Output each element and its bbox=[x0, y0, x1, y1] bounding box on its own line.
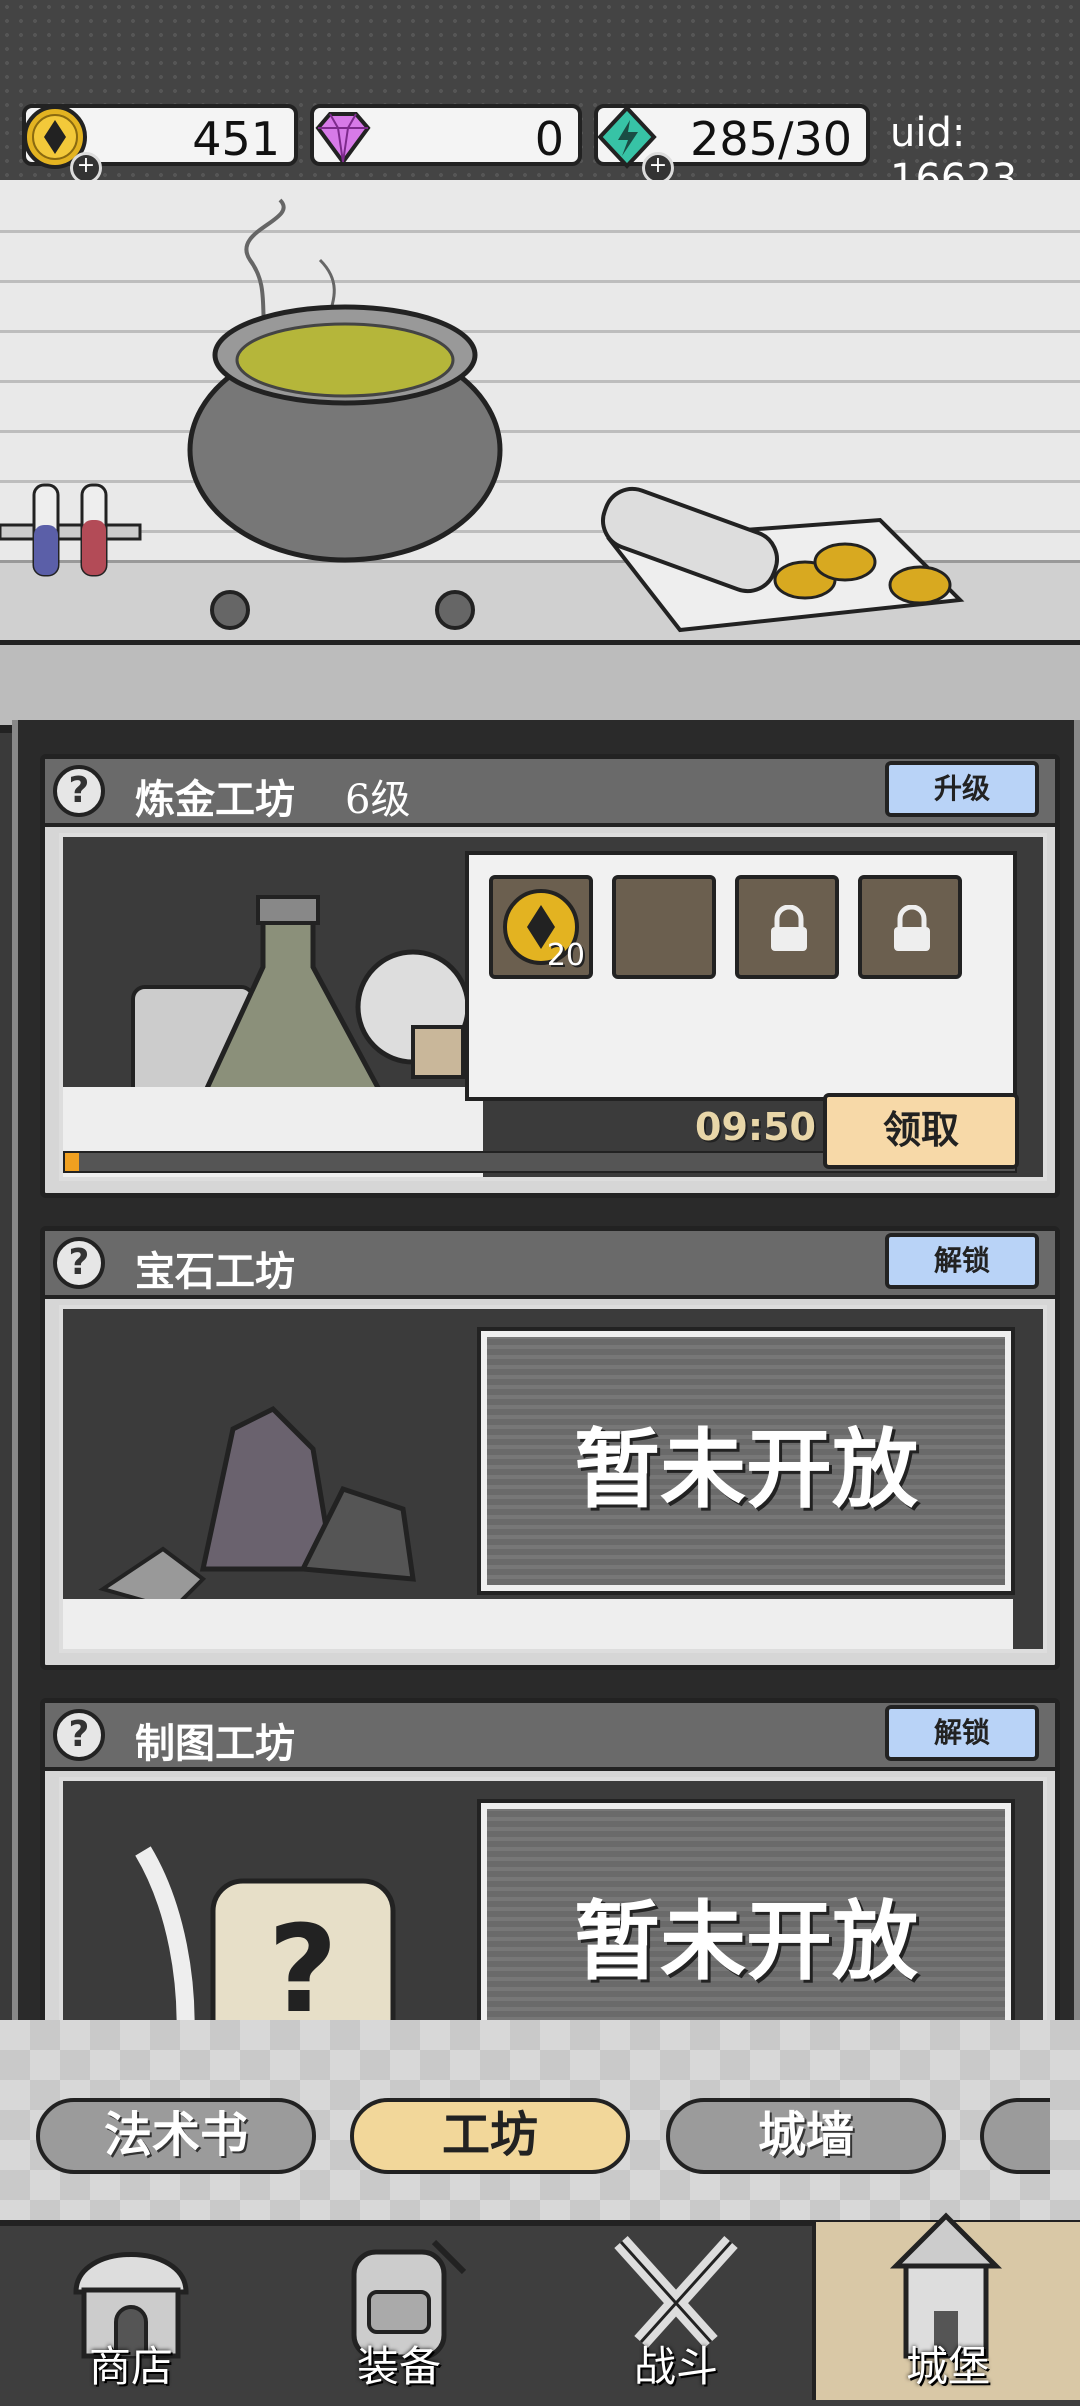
map-workshop-panel: ? 制图工坊 解锁 ? 暂未开放 bbox=[40, 1698, 1060, 2020]
alchemy-workshop-header: ? 炼金工坊 6级 升级 bbox=[45, 759, 1055, 827]
tab-spellbook[interactable]: 法术书 bbox=[36, 2098, 316, 2174]
map-workshop-body: ? 暂未开放 bbox=[59, 1777, 1047, 2020]
diamond-currency[interactable]: 0 bbox=[310, 104, 582, 166]
workshop-name: 制图工坊 bbox=[135, 1720, 295, 1767]
energy-currency[interactable]: + 285/30 bbox=[594, 104, 870, 184]
workshop-list[interactable]: ? 炼金工坊 6级 升级 20 09:50 领取 ? 宝石工坊 解锁 暂未开放 … bbox=[12, 720, 1080, 2020]
workshop-level: 6级 bbox=[345, 777, 411, 823]
alchemy-lab-scene bbox=[0, 180, 1080, 720]
slot-gold[interactable]: 20 bbox=[489, 875, 593, 979]
energy-value: 285/30 bbox=[690, 112, 852, 166]
gem-crystals-icon bbox=[98, 1405, 416, 1612]
help-icon[interactable]: ? bbox=[53, 1237, 105, 1289]
slot-locked bbox=[735, 875, 839, 979]
gold-currency[interactable]: + 451 bbox=[22, 104, 298, 184]
not-open-panel: 暂未开放 bbox=[477, 1327, 1015, 1595]
nav-castle[interactable]: 城堡 bbox=[812, 2212, 1080, 2400]
nav-label: 城堡 bbox=[905, 2342, 990, 2391]
diamond-value: 0 bbox=[534, 112, 564, 166]
gem-workshop-header: ? 宝石工坊 解锁 bbox=[45, 1231, 1055, 1299]
workshop-name: 宝石工坊 bbox=[135, 1248, 295, 1295]
slot-locked bbox=[858, 875, 962, 979]
cauldron-illustration bbox=[0, 198, 965, 633]
alchemy-workshop-body: 20 09:50 领取 bbox=[59, 833, 1047, 1181]
timer-text: 09:50 bbox=[695, 1105, 816, 1149]
gem-workshop-panel: ? 宝石工坊 解锁 暂未开放 bbox=[40, 1226, 1060, 1670]
tab-workshop[interactable]: 工坊 bbox=[350, 2098, 630, 2174]
unlock-button[interactable]: 解锁 bbox=[885, 1705, 1039, 1761]
collect-button[interactable]: 领取 bbox=[823, 1093, 1019, 1169]
gem-workshop-body: 暂未开放 bbox=[59, 1305, 1047, 1653]
nav-label: 战斗 bbox=[633, 2342, 718, 2391]
lock-icon bbox=[894, 905, 930, 951]
production-slots: 20 bbox=[465, 851, 1017, 1101]
nav-equipment[interactable]: 装备 bbox=[268, 2222, 530, 2400]
nav-shop[interactable]: 商店 bbox=[0, 2222, 262, 2400]
nav-label: 商店 bbox=[88, 2342, 173, 2391]
tab-wall[interactable]: 城墙 bbox=[666, 2098, 946, 2174]
help-icon[interactable]: ? bbox=[53, 765, 105, 817]
tab-partial[interactable] bbox=[980, 2098, 1050, 2174]
scroll-quill-icon: ? bbox=[135, 1846, 396, 2020]
purple-diamond-icon bbox=[315, 112, 371, 166]
nav-battle[interactable]: 战斗 bbox=[545, 2222, 807, 2400]
lock-icon bbox=[771, 905, 807, 951]
not-open-panel: 暂未开放 bbox=[477, 1799, 1015, 2020]
help-icon[interactable]: ? bbox=[53, 1709, 105, 1761]
slot-count: 20 bbox=[546, 938, 585, 973]
unlock-button[interactable]: 解锁 bbox=[885, 1233, 1039, 1289]
not-open-text: 暂未开放 bbox=[574, 1418, 918, 1520]
slot-empty[interactable] bbox=[612, 875, 716, 979]
progress-fill bbox=[65, 1153, 79, 1171]
gold-value: 451 bbox=[192, 112, 280, 166]
alchemy-workshop-panel: ? 炼金工坊 6级 升级 20 09:50 领取 bbox=[40, 754, 1060, 1198]
map-workshop-header: ? 制图工坊 解锁 bbox=[45, 1703, 1055, 1771]
not-open-text: 暂未开放 bbox=[574, 1890, 918, 1992]
nav-label: 装备 bbox=[356, 2342, 441, 2391]
workshop-name: 炼金工坊 bbox=[135, 776, 295, 823]
upgrade-button[interactable]: 升级 bbox=[885, 761, 1039, 817]
svg-text:?: ? bbox=[268, 1901, 338, 2020]
